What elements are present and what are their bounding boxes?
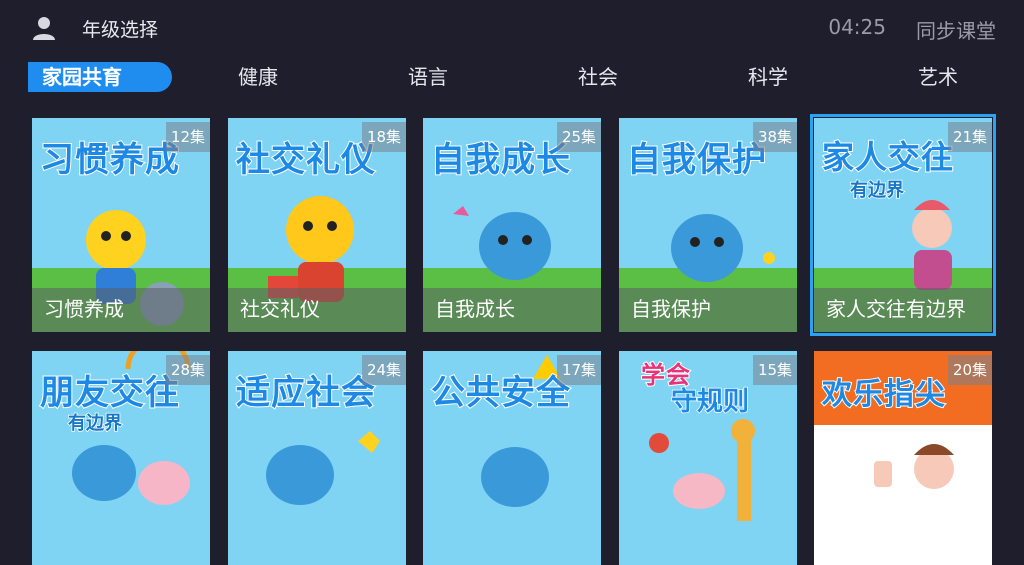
- course-grid: 习惯养成 12集 习惯养成 社交礼仪 18集 社交礼仪 自我成长 25集 自我成…: [0, 0, 1024, 565]
- course-title: 社交礼仪: [228, 288, 406, 332]
- episode-count-badge: 38集: [753, 122, 797, 152]
- cover-subtitle: 有边界: [67, 412, 123, 435]
- episode-count-badge: 25集: [557, 122, 601, 152]
- cover-title: 朋友交往: [39, 372, 180, 414]
- course-card[interactable]: 习惯养成 12集 习惯养成: [32, 118, 210, 332]
- cover-title: 自我成长: [430, 139, 571, 181]
- course-card[interactable]: 自我保护 38集 自我保护: [619, 118, 797, 332]
- course-card[interactable]: 适应社会 24集: [228, 351, 406, 565]
- cover-title: 自我保护: [626, 139, 767, 181]
- course-title: 习惯养成: [32, 288, 210, 332]
- course-card[interactable]: 社交礼仪 18集 社交礼仪: [228, 118, 406, 332]
- episode-count-badge: 24集: [362, 355, 406, 385]
- course-title: 家人交往有边界: [814, 288, 992, 332]
- episode-count-badge: 20集: [948, 355, 992, 385]
- course-card[interactable]: 学会 守规则 15集: [619, 351, 797, 565]
- course-title: 自我保护: [619, 288, 797, 332]
- cover-subtitle: 有边界: [849, 179, 905, 202]
- cover-title: 适应社会: [235, 372, 376, 414]
- cover-title: 社交礼仪: [235, 139, 376, 181]
- cover-title: 习惯养成: [39, 139, 180, 181]
- course-card[interactable]: 公共安全 17集: [423, 351, 601, 565]
- episode-count-badge: 15集: [753, 355, 797, 385]
- episode-count-badge: 28集: [166, 355, 210, 385]
- course-card[interactable]: 欢乐指尖 20集: [814, 351, 992, 565]
- cover-title: 欢乐指尖: [821, 376, 946, 413]
- episode-count-badge: 17集: [557, 355, 601, 385]
- cover-title: 家人交往: [821, 137, 955, 177]
- episode-count-badge: 18集: [362, 122, 406, 152]
- episode-count-badge: 12集: [166, 122, 210, 152]
- course-card[interactable]: 自我成长 25集 自我成长: [423, 118, 601, 332]
- course-title: 自我成长: [423, 288, 601, 332]
- course-card[interactable]: 朋友交往 有边界 28集: [32, 351, 210, 565]
- cover-title: 公共安全: [430, 372, 571, 414]
- cover-subtitle: 守规则: [670, 386, 750, 418]
- episode-count-badge: 21集: [948, 122, 992, 152]
- course-card[interactable]: 家人交往 有边界 21集 家人交往有边界: [810, 114, 996, 336]
